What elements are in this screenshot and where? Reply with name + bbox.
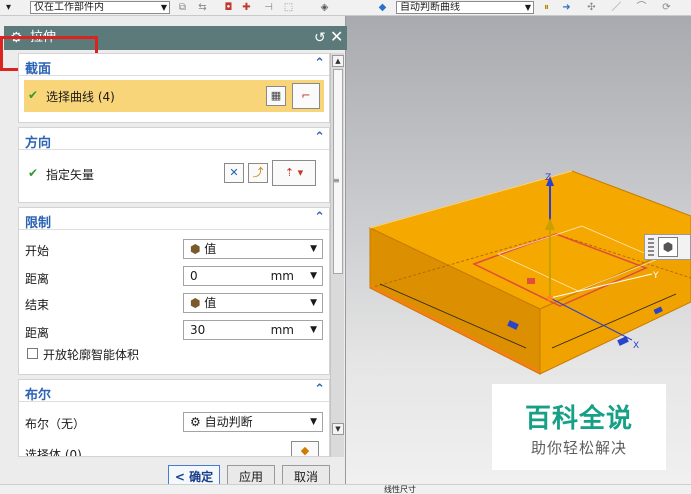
filter-icon[interactable]: ⧉ [176,1,189,14]
drag-handle-icon[interactable] [648,238,654,256]
specify-vector-label: 指定矢量 [46,168,95,182]
boolean-header[interactable]: 布尔 ⌃ [19,380,329,403]
select-curve-label: 选择曲线 (4) [46,90,115,104]
end-type-value: 值 [204,296,217,310]
start-distance-field[interactable]: 0 mm ▼ [183,266,323,286]
boolean-auto-icon: ⚙ [190,415,205,429]
chevron-down-icon[interactable]: ▼ [310,321,317,339]
align-icon[interactable]: ⊣ [262,1,275,14]
direction-section: 方向 ⌃ ✔ 指定矢量 ✕ ⤴ ⇡ ▾ [18,127,330,203]
boolean-section: 布尔 ⌃ 布尔（无） ⚙ 自动判断 ▼ 选择体 (0) ◆ [18,379,330,457]
start-distance-unit: mm [270,269,294,283]
grip-icon: ≡ [333,176,340,185]
chevron-down-icon[interactable]: ▼ [310,267,317,285]
chevron-down-icon: ▼ [160,3,167,12]
select-body-icon[interactable]: ◆ [291,441,319,456]
curve-selector-icon[interactable]: ⌐ [292,83,320,109]
selection-scope-value: 仅在工作部件内 [34,2,104,13]
sketch-section-icon[interactable]: ▦ [266,86,286,106]
extrude-dialog: ⚙ 拉伸 ↺ ✕ ▲ ≡ ▼ 截面 ⌃ ✔ 选择曲线 (4) ▦ ⌐ 方向 ⌃ … [0,16,347,494]
x-axis-label: X [633,341,639,351]
dialog-scrollbar[interactable]: ▲ ≡ ▼ [330,53,344,457]
dialog-title: 拉伸 [30,30,57,45]
network-icon[interactable]: ✣ [585,1,598,14]
cube-icon[interactable]: ◆ [376,1,389,14]
end-distance-value: 30 [190,323,206,337]
start-type-value: 值 [204,242,217,256]
arrow-icon[interactable]: ➜ [560,1,573,14]
chevron-up-icon[interactable]: ⌃ [314,56,325,71]
section-title: 截面 [25,62,52,77]
boolean-title: 布尔 [25,388,52,403]
y-axis-label: Y [652,271,659,281]
z-axis-label: Z [545,173,551,183]
chevron-down-icon: ▼ [524,3,531,12]
point-icon[interactable]: ◘ [222,1,235,14]
line-icon[interactable]: ／ [610,1,623,14]
watermark: 百科全说 助你轻松解决 [492,384,666,470]
end-distance-field[interactable]: 30 mm ▼ [183,320,323,340]
value-icon: ⬢ [190,296,205,310]
chevron-down-icon: ▼ [310,417,317,427]
selection-popup[interactable]: ⬢ [644,234,691,260]
crosshair-icon[interactable]: ✚ [240,1,253,14]
start-distance-value: 0 [190,269,198,283]
chevron-down-icon: ▼ [310,298,317,308]
end-label: 结束 [25,298,50,312]
select-body-icon[interactable]: ⬢ [658,237,678,257]
curve-rule-combo[interactable]: 自动判断曲线 ▼ [396,1,534,14]
boolean-select[interactable]: ⚙ 自动判断 ▼ [183,412,323,432]
chevron-up-icon[interactable]: ⌃ [314,210,325,225]
snap-icon[interactable]: ⇆ [196,1,209,14]
start-type-select[interactable]: ⬢ 值 ▼ [183,239,323,259]
distance2-label: 距离 [25,326,50,340]
value-icon: ⬢ [190,242,205,256]
chevron-up-icon[interactable]: ⌃ [314,130,325,145]
gear-icon: ⚙ [10,30,23,46]
scroll-thumb[interactable] [333,69,343,274]
status-text: 线性尺寸 [384,485,416,494]
curve-rule-value: 自动判断曲线 [400,2,460,13]
open-profile-label: 开放轮廓智能体积 [43,348,140,362]
start-label: 开始 [25,244,50,258]
open-profile-checkbox[interactable] [27,348,38,359]
watermark-title: 百科全说 [524,404,633,434]
reset-icon[interactable]: ↺ [314,29,326,47]
close-icon[interactable]: ✕ [330,28,343,46]
limits-header[interactable]: 限制 ⌃ [19,208,329,231]
vector-type-dropdown[interactable]: ⇡ ▾ [272,160,316,186]
boolean-label: 布尔（无） [25,417,86,431]
chevron-up-icon[interactable]: ⌃ [314,382,325,397]
selection-scope-combo[interactable]: 仅在工作部件内 ▼ [30,1,170,14]
top-toolbar: ▾ 仅在工作部件内 ▼ ⧉ ⇆ ◘ ✚ ⊣ ⬚ ◈ ◆ 自动判断曲线 ▼ ⏸ ➜… [0,0,691,16]
check-icon: ✔ [28,166,39,180]
select-curve-row[interactable]: ✔ 选择曲线 (4) ▦ ⌐ [24,80,324,112]
distance1-label: 距离 [25,272,50,286]
stop-icon[interactable]: ⏸ [540,1,553,14]
check-icon: ✔ [28,88,39,102]
reverse-direction-icon[interactable]: ✕ [224,163,244,183]
vector-dialog-icon[interactable]: ⤴ [248,163,268,183]
box-select-icon[interactable]: ⬚ [282,1,295,14]
chevron-down-icon: ▼ [310,244,317,254]
scroll-up-icon[interactable]: ▲ [332,55,344,67]
status-bar: 线性尺寸 [0,484,691,494]
direction-title: 方向 [25,136,52,151]
dialog-header: ⚙ 拉伸 ↺ ✕ [4,26,347,50]
select-body-label: 选择体 (0) [25,448,82,457]
end-type-select[interactable]: ⬢ 值 ▼ [183,293,323,313]
end-distance-unit: mm [270,323,294,337]
direction-header[interactable]: 方向 ⌃ [19,128,329,151]
watermark-subtitle: 助你轻松解决 [530,439,627,457]
boolean-value: 自动判断 [204,415,253,429]
limits-section: 限制 ⌃ 开始 ⬢ 值 ▼ 距离 0 mm ▼ 结束 ⬢ 值 ▼ 距离 30 m… [18,207,330,375]
dropdown-arrow-icon[interactable]: ▾ [2,1,15,14]
arc-icon[interactable]: ⌒ [635,1,648,14]
scroll-down-icon[interactable]: ▼ [332,423,344,435]
part-icon[interactable]: ◈ [318,1,331,14]
limits-title: 限制 [25,216,52,231]
curve-icon[interactable]: ⟳ [660,1,673,14]
section-header[interactable]: 截面 ⌃ [19,54,329,77]
section-section: 截面 ⌃ ✔ 选择曲线 (4) ▦ ⌐ [18,53,330,123]
